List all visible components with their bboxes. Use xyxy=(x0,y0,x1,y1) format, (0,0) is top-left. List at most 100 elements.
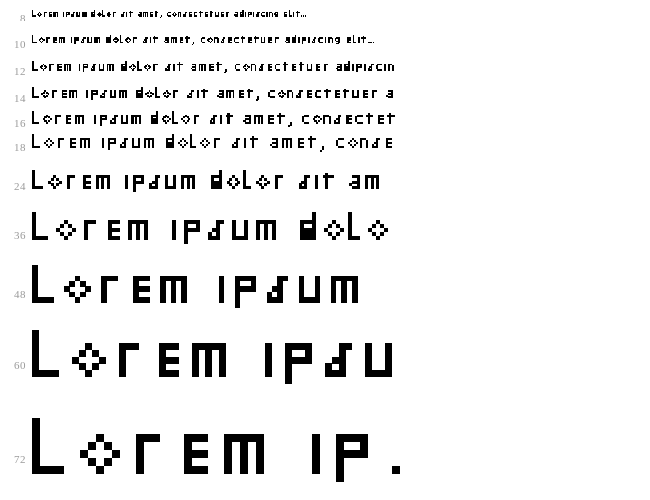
glyph xyxy=(274,35,281,45)
glyph xyxy=(311,35,319,45)
glyph xyxy=(300,10,308,18)
specimen-row: 12 xyxy=(0,61,650,78)
glyph xyxy=(165,170,181,194)
glyph xyxy=(110,111,121,127)
glyph xyxy=(172,87,181,101)
glyph xyxy=(112,10,117,18)
glyph xyxy=(132,35,139,45)
glyph xyxy=(64,111,75,127)
glyph xyxy=(387,111,398,127)
glyph xyxy=(286,87,296,101)
glyph xyxy=(90,61,99,73)
sample-text xyxy=(32,330,650,390)
size-label: 10 xyxy=(14,39,26,50)
glyph xyxy=(119,87,130,101)
glyph xyxy=(136,87,145,101)
glyph xyxy=(336,418,384,490)
glyph xyxy=(41,87,50,101)
glyph xyxy=(367,61,376,73)
glyph xyxy=(108,134,120,152)
glyph xyxy=(32,111,43,127)
glyph xyxy=(267,35,274,45)
glyph xyxy=(172,212,184,248)
glyph xyxy=(226,170,243,194)
glyph xyxy=(298,61,307,73)
sample-text xyxy=(32,170,650,194)
glyph xyxy=(361,35,368,45)
glyph xyxy=(48,61,56,73)
glyph xyxy=(355,61,364,73)
glyph xyxy=(256,212,284,248)
glyph xyxy=(142,35,150,45)
glyph-space xyxy=(339,170,350,194)
size-label: 24 xyxy=(14,181,26,193)
size-label: 18 xyxy=(14,142,26,154)
glyph xyxy=(32,35,39,45)
glyph xyxy=(80,134,94,152)
glyph xyxy=(68,134,80,152)
glyph xyxy=(166,134,178,152)
specimen-row: 48 xyxy=(0,265,650,330)
glyph xyxy=(98,61,107,73)
glyph-space xyxy=(94,134,102,152)
glyph xyxy=(255,170,272,194)
glyph-space xyxy=(197,265,218,313)
glyph xyxy=(285,330,325,390)
glyph xyxy=(296,87,305,101)
specimen-row: 36 xyxy=(0,212,650,261)
glyph xyxy=(32,87,41,101)
glyph xyxy=(314,170,323,194)
glyph xyxy=(80,170,96,194)
glyph xyxy=(32,265,64,313)
glyph xyxy=(128,10,134,18)
glyph xyxy=(362,87,371,101)
glyph xyxy=(242,170,256,194)
glyph xyxy=(53,111,64,127)
glyph xyxy=(291,35,299,45)
glyph xyxy=(201,87,210,101)
glyph xyxy=(45,35,52,45)
glyph xyxy=(258,61,267,73)
glyph xyxy=(32,212,56,248)
glyph-space xyxy=(239,330,266,390)
glyph xyxy=(165,61,173,73)
glyph xyxy=(87,35,94,45)
glyph xyxy=(200,134,212,152)
size-label: 72 xyxy=(14,454,26,466)
glyph xyxy=(208,61,216,73)
glyph xyxy=(216,87,226,101)
glyph xyxy=(120,134,132,152)
glyph-space xyxy=(158,134,166,152)
glyph xyxy=(232,212,256,248)
glyph xyxy=(260,35,268,45)
glyph xyxy=(53,10,59,18)
size-label: 14 xyxy=(14,93,26,105)
size-label: 16 xyxy=(14,118,26,130)
glyph xyxy=(74,111,87,127)
glyph xyxy=(253,35,261,45)
glyph-space xyxy=(224,134,232,152)
glyph xyxy=(191,35,196,46)
glyph-space xyxy=(200,170,211,194)
glyph xyxy=(106,61,116,73)
glyph-space xyxy=(280,418,312,490)
glyph xyxy=(328,35,335,45)
glyph xyxy=(200,35,208,45)
glyph xyxy=(325,330,365,390)
glyph xyxy=(227,35,234,45)
glyph xyxy=(282,61,291,73)
glyph xyxy=(255,87,262,102)
glyph xyxy=(82,61,91,73)
glyph xyxy=(240,35,248,45)
glyph-space xyxy=(203,111,210,127)
glyph xyxy=(368,212,392,248)
glyph xyxy=(192,330,239,390)
glyph xyxy=(298,265,331,313)
glyph xyxy=(162,87,172,101)
sample-text xyxy=(32,61,650,78)
sample-text xyxy=(32,111,650,129)
glyph xyxy=(210,170,227,194)
glyph xyxy=(72,330,112,390)
glyph xyxy=(181,170,200,194)
glyph xyxy=(132,134,144,152)
